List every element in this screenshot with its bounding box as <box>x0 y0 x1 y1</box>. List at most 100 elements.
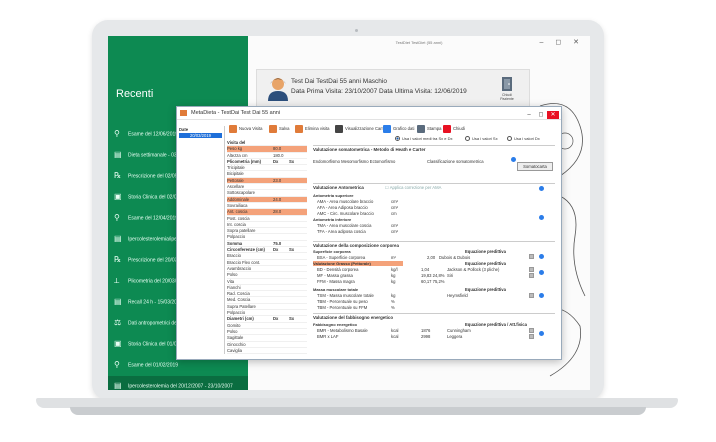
divider <box>313 313 555 314</box>
document-icon: ▤ <box>114 381 122 390</box>
antro-title: Valutazione Antometrica <box>313 185 364 190</box>
toolbar-label: Chiudi <box>453 126 465 131</box>
ama-correction-checkbox[interactable]: ☐ Applica correzione per AMA <box>385 185 441 190</box>
grid-row-value: Dx <box>273 158 279 164</box>
save-icon <box>269 124 277 133</box>
grid-row-label: Altezza cm <box>227 152 248 158</box>
info-icon[interactable] <box>539 331 544 336</box>
grid-row-value-2: Sx <box>289 316 295 322</box>
grid-row-label: Sagittale <box>227 335 244 341</box>
comp-sub-fat: Valutazione Grasso (Pettorale) <box>313 261 371 266</box>
lab-tube-icon: ⚲ <box>114 360 120 369</box>
radio-option[interactable]: Usa i valori Sx <box>465 136 498 142</box>
scale-icon: ⚖ <box>114 318 122 327</box>
grid-row-label: Polso <box>227 272 238 278</box>
metric-equation: Heymsfield <box>447 293 468 298</box>
grid-row[interactable]: Caviglia <box>227 348 307 355</box>
grid-row-label: Fianchi <box>227 284 241 290</box>
metric-label: MF - Massa grassa <box>317 273 353 278</box>
metric-unit: kg <box>391 293 396 298</box>
grid-row-label: Diametri (cm) <box>227 316 254 322</box>
grid-row-value: 80.0 <box>273 146 282 152</box>
somatocarta-button[interactable]: Somatocarta <box>517 162 553 171</box>
metric-unit: kg <box>391 279 396 284</box>
radio-circle <box>507 136 512 142</box>
screen: Recenti ⚲ Esame del 12/06/2019 ▤ Dieta sett… <box>108 36 590 390</box>
recent-item-label: Esame del 12/04/2019 <box>128 215 179 222</box>
metric-label: BMR - Metabolismo Basale <box>317 328 368 333</box>
info-icon[interactable] <box>539 254 544 259</box>
selected-date[interactable]: 20/03/2019 <box>179 133 222 138</box>
radio-option[interactable]: Usa i valori medi tra Sx e Dx <box>395 136 452 142</box>
minimize-icon[interactable]: – <box>523 111 535 119</box>
metric-unit: cm² <box>391 223 398 228</box>
new-visit-icon <box>229 124 237 133</box>
grid-row-label: Circonferenze (cm) <box>227 247 265 253</box>
grid-row-label: Pettorale <box>227 177 244 183</box>
new-visit-button[interactable]: Nuova Visita <box>229 124 262 134</box>
chart-button[interactable]: Grafico dati <box>383 124 414 134</box>
energy-eq-label: Equazione predittiva / Att.fisica <box>465 322 527 327</box>
document-icon: ▤ <box>114 297 122 306</box>
close-patient-label: Chiudi Paziente <box>500 93 514 101</box>
close-icon[interactable]: ✕ <box>547 111 559 119</box>
recent-item-label: Esame del 01/02/2019 <box>128 362 179 369</box>
bmr-dropdown[interactable] <box>529 328 534 333</box>
grid-row-label: Braccio Flex cont. <box>227 259 261 265</box>
toolbar-label: Grafico dati <box>393 126 415 131</box>
lab-tube-icon: ⚲ <box>114 213 120 222</box>
grid-row-label: Polso <box>227 328 238 334</box>
density-dropdown[interactable] <box>529 267 534 272</box>
radio-option[interactable]: Usa i valori Dx <box>507 136 540 142</box>
grid-row-value: 75.0 <box>273 240 282 246</box>
metric-unit: kg/l <box>391 267 398 272</box>
fat-dropdown[interactable] <box>529 273 534 278</box>
grid-row-label: Sopra patellare <box>227 228 256 234</box>
rx-icon: ℞ <box>114 255 122 264</box>
info-icon[interactable] <box>511 157 516 162</box>
somato-class-label: Classificazione somatometrica <box>427 159 484 164</box>
bsa-unit: m² <box>391 255 396 260</box>
field-view-button[interactable]: Visualizzazione Campi <box>335 124 387 134</box>
grid-row-value: 23.0 <box>273 177 282 183</box>
info-icon[interactable] <box>539 215 544 220</box>
antro-sub-upper: Antometria superiore <box>313 193 354 198</box>
info-icon[interactable] <box>539 186 544 191</box>
grid-row-label: Gomito <box>227 322 241 328</box>
info-icon[interactable] <box>539 270 544 275</box>
bsa-dropdown[interactable] <box>529 254 534 259</box>
close-button[interactable]: Chiudi <box>443 124 465 134</box>
patient-visit-line: Data Prima Visita: 23/10/2007 Data Ultim… <box>291 88 467 95</box>
grid-row-label: Sovrailiaca <box>227 202 248 208</box>
grid-row-label: Addominale <box>227 196 250 202</box>
comp-eq-label-3: Equazione predittiva <box>465 287 506 292</box>
chart-icon <box>383 124 391 133</box>
app-window-controls[interactable]: – ◻ ✕ <box>540 38 584 46</box>
grid-row-value: Dx <box>273 316 279 322</box>
measurements-grid: Visita del Peso kg 80.0 Altezza cm 180.0 Plic… <box>227 140 307 355</box>
recent-item[interactable]: ▤ Ipercolesterolemia del 20/12/2007 - 23/… <box>108 376 248 390</box>
comp-eq-label-2: Equazione predittiva <box>465 261 506 266</box>
patient-header: Test Dai TestDai 55 anni Maschio Data Pr… <box>256 69 530 107</box>
print-button[interactable]: Stampa <box>417 124 441 134</box>
maximize-icon[interactable]: ◻ <box>535 111 547 119</box>
laf-dropdown[interactable] <box>529 334 534 339</box>
metric-unit: kcal <box>391 328 399 333</box>
grid-row-value: Dx <box>273 247 279 253</box>
grid-row-label: Polpaccio <box>227 234 246 240</box>
patient-avatar-icon <box>268 78 288 101</box>
delete-visit-button[interactable]: Elimina visita <box>295 124 329 134</box>
radio-circle <box>395 136 400 142</box>
grid-row-label: Ascellare <box>227 184 245 190</box>
muscle-dropdown[interactable] <box>529 293 534 298</box>
grid-row-label: Post. coscia <box>227 215 250 221</box>
info-icon[interactable] <box>539 293 544 298</box>
comp-sub-muscle: Massa muscolare totale <box>313 287 359 292</box>
grid-row-label: Supra Patellare <box>227 303 256 309</box>
door-exit-icon <box>502 77 512 91</box>
close-icon <box>443 124 451 133</box>
metric-unit: cm² <box>391 205 398 210</box>
close-patient-button[interactable]: Chiudi Paziente <box>496 76 518 104</box>
metric-equation: Leggera <box>447 334 463 339</box>
save-button[interactable]: Salva <box>269 124 289 134</box>
